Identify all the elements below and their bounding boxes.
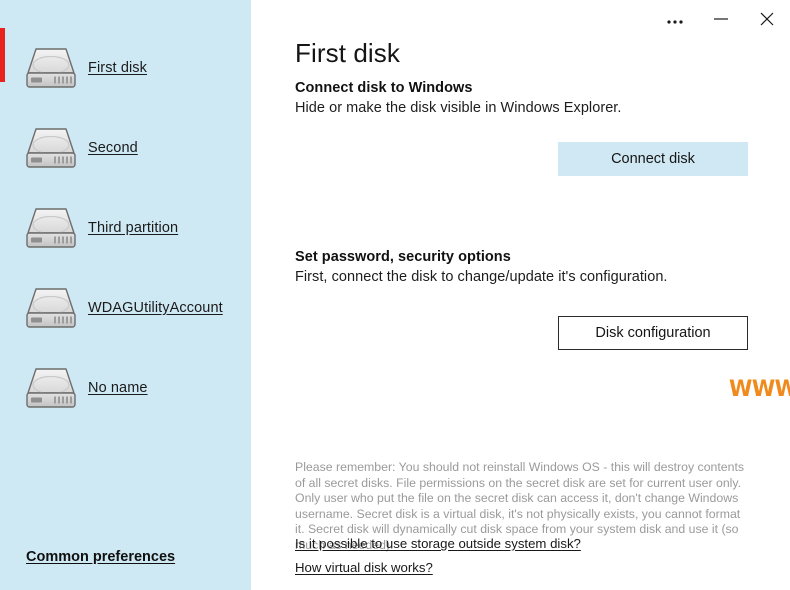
page-title: First disk — [295, 38, 400, 68]
sidebar-item-wdagutilityaccount[interactable]: WDAGUtilityAccount — [0, 268, 251, 348]
minimize-icon — [713, 13, 729, 28]
section-connect-disk: Connect disk to Windows Hide or make the… — [295, 80, 755, 116]
more-options-button[interactable] — [652, 0, 698, 40]
sidebar-item-second[interactable]: Second — [0, 108, 251, 188]
common-preferences-link[interactable]: Common preferences — [26, 549, 175, 565]
main-content: First disk Connect disk to Windows Hide … — [251, 0, 790, 590]
sidebar: First disk Second Third partition WDAGUt… — [0, 0, 251, 590]
application-window: First disk Second Third partition WDAGUt… — [0, 0, 790, 590]
section-heading: Connect disk to Windows — [295, 80, 473, 96]
footer-links: Is it possible to use storage outside sy… — [295, 536, 581, 584]
section-set-password: Set password, security options First, co… — [295, 249, 755, 285]
connect-disk-button[interactable]: Connect disk — [558, 142, 748, 176]
section-description: Hide or make the disk visible in Windows… — [295, 100, 622, 116]
close-button[interactable] — [744, 0, 790, 40]
link-how-virtual-disk-works[interactable]: How virtual disk works? — [295, 560, 581, 575]
sidebar-item-label: No name — [88, 380, 148, 396]
disk-icon — [22, 364, 80, 412]
disk-icon — [22, 284, 80, 332]
sidebar-item-third-partition[interactable]: Third partition — [0, 188, 251, 268]
title-bar — [251, 0, 790, 40]
section-description: First, connect the disk to change/update… — [295, 269, 668, 285]
disk-icon — [22, 204, 80, 252]
sidebar-item-label: First disk — [88, 60, 147, 76]
disk-list: First disk Second Third partition WDAGUt… — [0, 28, 251, 428]
disk-icon — [22, 124, 80, 172]
watermark: WWW.MAZTERIZES.COM — [729, 377, 790, 402]
disk-configuration-button[interactable]: Disk configuration — [558, 316, 748, 350]
sidebar-item-no-name[interactable]: No name — [0, 348, 251, 428]
link-storage-outside-system-disk[interactable]: Is it possible to use storage outside sy… — [295, 536, 581, 551]
selection-indicator — [0, 28, 5, 82]
sidebar-item-first-disk[interactable]: First disk — [0, 28, 251, 108]
close-icon — [760, 12, 774, 29]
disk-icon — [22, 44, 80, 92]
sidebar-item-label: Second — [88, 140, 138, 156]
sidebar-item-label: WDAGUtilityAccount — [88, 300, 223, 316]
section-heading: Set password, security options — [295, 249, 511, 265]
minimize-button[interactable] — [698, 0, 744, 40]
ellipsis-icon — [666, 13, 684, 28]
window-controls — [652, 0, 790, 40]
sidebar-item-label: Third partition — [88, 220, 179, 236]
